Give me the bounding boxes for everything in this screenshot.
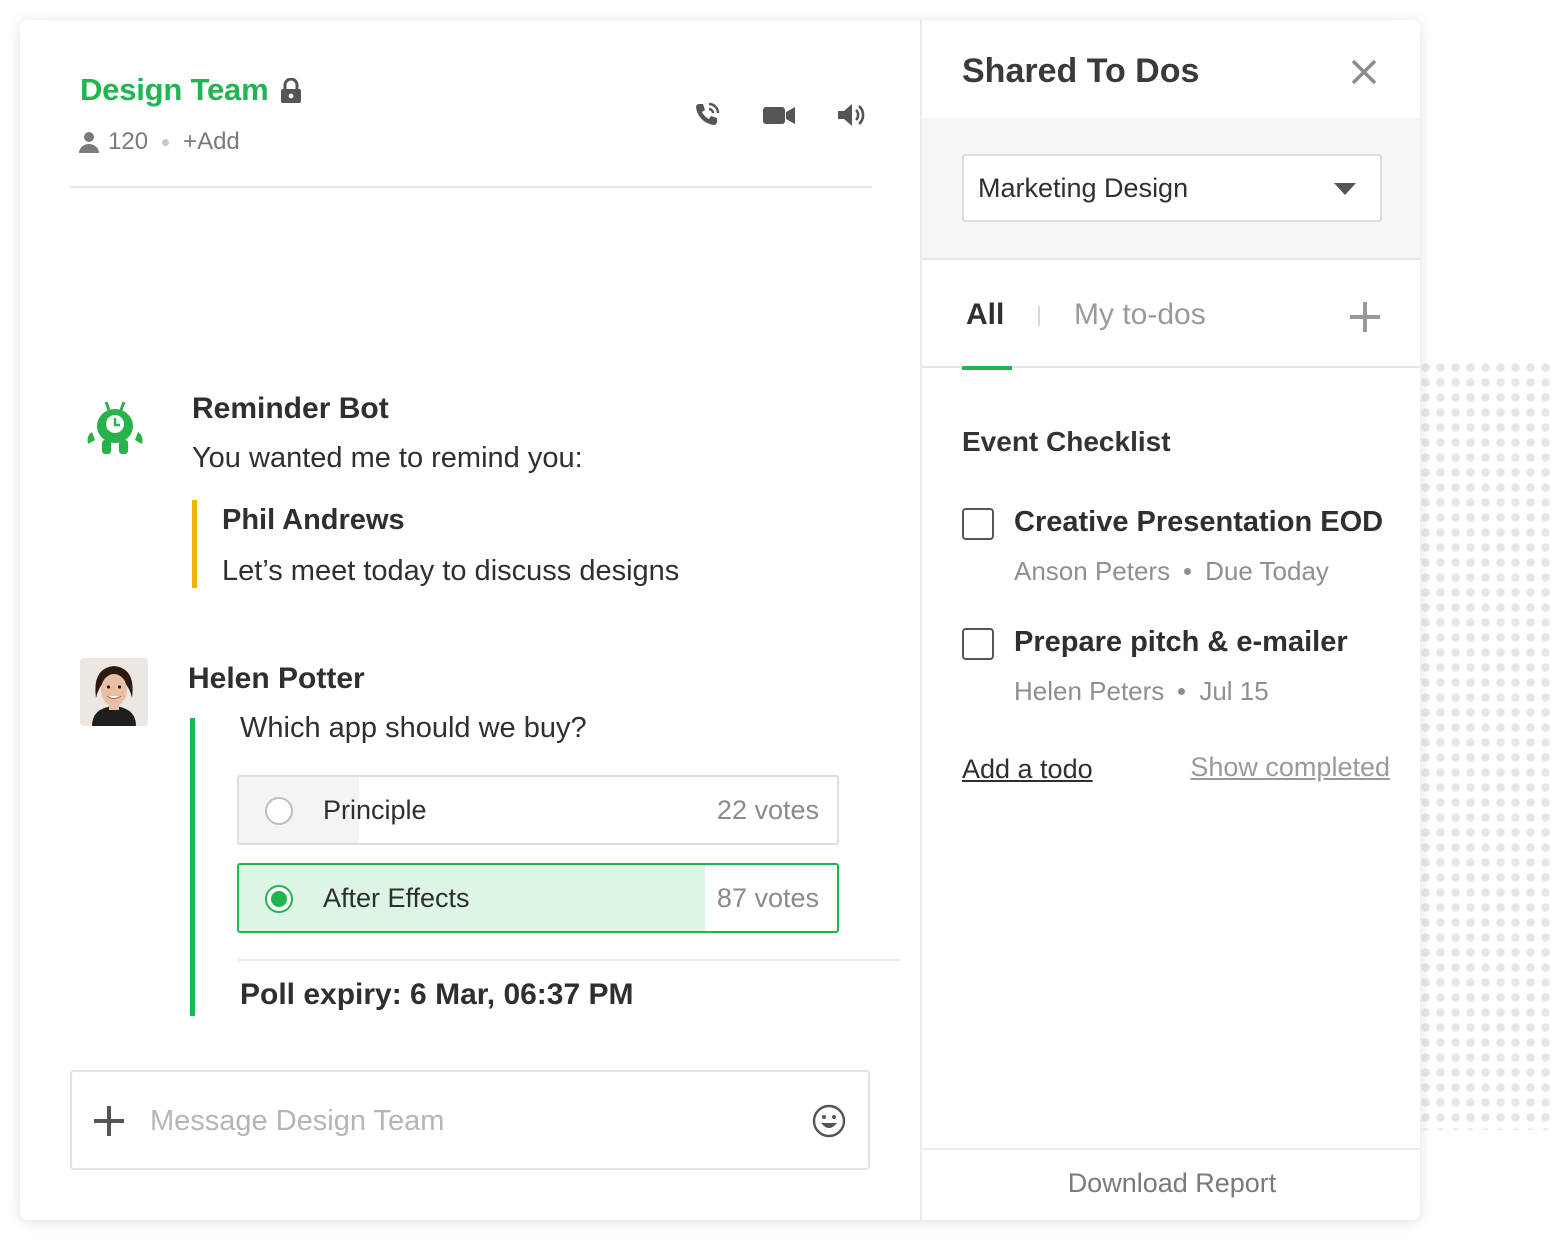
sender-name[interactable]: Helen Potter [188,662,365,696]
sender-name[interactable]: Reminder Bot [192,392,389,426]
footer-divider [922,1148,1420,1150]
app-window: Design Team 120 +Add Reminder Bot You wa… [20,20,1420,1220]
checklist-title: Event Checklist [962,426,1171,457]
poll-bar [190,718,195,1016]
todo-assignee: Helen Peters [1014,676,1165,706]
download-report-button[interactable]: Download Report [922,1168,1420,1199]
project-filter-area: Marketing Design [922,118,1420,260]
phone-call-icon[interactable] [692,100,722,130]
channel-title[interactable]: Design Team [80,72,269,108]
header-divider [70,186,872,188]
close-icon[interactable] [1350,58,1378,86]
emoji-icon[interactable] [812,1104,846,1138]
quote-bar [192,500,197,588]
chat-panel: Design Team 120 +Add Reminder Bot You wa… [20,20,920,1220]
active-tab-indicator [962,366,1012,370]
tab-separator [1038,306,1040,326]
message-text: You wanted me to remind you: [192,442,583,474]
todo-meta: Helen Peters Jul 15 [1014,676,1269,707]
shared-todos-panel: Shared To Dos Marketing Design All My to… [920,20,1420,1220]
avatar[interactable] [80,658,148,726]
poll-question: Which app should we buy? [240,712,587,744]
project-dropdown[interactable]: Marketing Design [962,154,1382,222]
member-count: 120 [108,128,149,155]
poll-expiry: Poll expiry: 6 Mar, 06:37 PM [240,978,634,1011]
robot-clock-icon [87,401,143,454]
panel-title: Shared To Dos [962,52,1200,90]
poll-option-principle[interactable]: Principle 22 votes [237,775,839,845]
option-label: Principle [323,795,427,825]
todo-checkbox[interactable] [962,508,994,540]
message-composer [70,1070,870,1170]
separator-dot [1178,688,1186,695]
poll-option-after-effects[interactable]: After Effects 87 votes [237,863,839,933]
channel-members: 120 +Add [78,128,240,156]
todo-title[interactable]: Creative Presentation EOD [1014,506,1383,539]
todo-due: Due Today [1205,556,1329,586]
call-toolbar [692,100,866,130]
show-completed-link[interactable]: Show completed [1190,752,1390,783]
option-label: After Effects [323,883,470,913]
vote-share-bar [239,865,706,931]
plus-icon[interactable] [92,1104,126,1138]
vote-count: 87 votes [716,883,819,913]
todo-due: Jul 15 [1199,676,1269,706]
video-camera-icon[interactable] [762,100,796,130]
add-member-link[interactable]: +Add [183,128,240,156]
plus-icon[interactable] [1348,300,1382,334]
todo-meta: Anson Peters Due Today [1014,556,1329,587]
todo-assignee: Anson Peters [1014,556,1171,586]
todo-title[interactable]: Prepare pitch & e-mailer [1014,626,1348,659]
vote-count: 22 votes [716,795,819,825]
lock-icon [281,78,301,103]
user-photo [80,658,148,726]
todo-tabs: All My to-dos [922,260,1420,370]
speaker-icon[interactable] [836,100,866,130]
radio-button[interactable] [265,797,293,825]
dot-pattern-decoration [1418,360,1554,1130]
add-todo-link[interactable]: Add a todo [962,754,1093,785]
separator-dot [1184,568,1192,575]
project-dropdown-value: Marketing Design [978,173,1189,203]
tab-all[interactable]: All [966,298,1004,332]
person-icon [79,132,99,153]
chevron-down-icon [1334,183,1356,195]
separator-dot [162,138,170,146]
todo-checkbox[interactable] [962,628,994,660]
quote-text: Let’s meet today to discuss designs [222,555,680,587]
radio-button-selected[interactable] [265,885,293,913]
poll-divider [238,959,900,961]
message-input[interactable] [150,1098,770,1144]
quote-author: Phil Andrews [222,504,405,536]
tab-my-todos[interactable]: My to-dos [1074,298,1206,332]
